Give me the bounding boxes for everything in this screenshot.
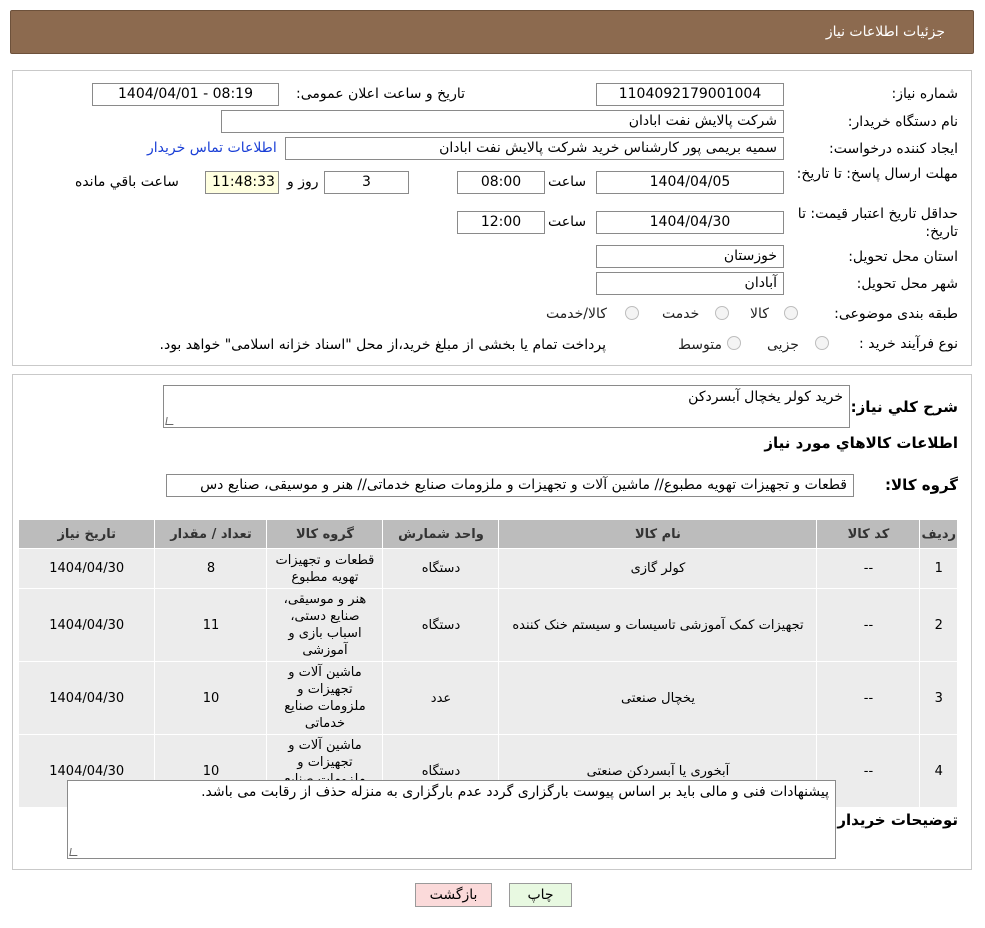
buyer-field: شرکت پالایش نفت ابادان [221, 110, 784, 133]
buyer-notes-label: توضیحات خریدار: [831, 811, 958, 829]
category-label: طبقه بندی موضوعی: [834, 306, 958, 322]
process-option-medium: متوسط [678, 337, 722, 353]
category-option-goods: کالا [750, 306, 769, 322]
cell-date: 1404/04/30 [17, 661, 156, 735]
process-radio-minor[interactable] [815, 336, 829, 350]
days-label: روز و [287, 174, 319, 190]
process-option-minor: جزیی [767, 337, 799, 353]
announce-field: 1404/04/01 - 08:19 [92, 83, 279, 106]
cell-qty: 11 [154, 588, 268, 662]
cell-name: یخچال صنعتی [498, 661, 818, 735]
deadline-time-label: ساعت [548, 174, 587, 190]
days-remaining-field: 3 [324, 171, 409, 194]
col-header-name: نام کالا [498, 519, 818, 549]
category-radio-goods[interactable] [784, 306, 798, 320]
deadline-date-field: 1404/04/05 [596, 171, 784, 194]
col-header-qty: تعداد / مقدار [154, 519, 268, 549]
cell-group: قطعات و تجهیزات تهویه مطبوع [266, 548, 384, 589]
page-header: جزئیات اطلاعات نیاز [10, 10, 974, 54]
summary-text: خرید کولر یخچال آبسردکن [688, 389, 843, 405]
buyer-contact-link[interactable]: اطلاعات تماس خریدار [147, 140, 277, 156]
announce-label: تاریخ و ساعت اعلان عمومی: [296, 86, 465, 102]
validity-date-field: 1404/04/30 [596, 211, 784, 234]
cell-group: ماشین آلات و تجهیزات و ملزومات صنایع خدم… [266, 661, 384, 735]
table-header-row: ردیف کد کالا نام کالا واحد شمارش گروه کا… [17, 519, 958, 549]
creator-label: ایجاد کننده درخواست: [829, 141, 958, 157]
table-row: 3 -- یخچال صنعتی عدد ماشین آلات و تجهیزا… [17, 661, 958, 735]
col-header-unit: واحد شمارش [382, 519, 500, 549]
goods-group-label: گروه کالا: [885, 476, 958, 494]
deadline-time-field: 08:00 [457, 171, 545, 194]
validity-label: حداقل تاریخ اعتبار قیمت: تا تاریخ: [797, 206, 958, 240]
cell-unit: دستگاه [382, 588, 500, 662]
deadline-label: مهلت ارسال پاسخ: تا تاریخ: [796, 166, 958, 182]
cell-group: هنر و موسیقی، صنایع دستی، اسباب بازی و آ… [266, 588, 384, 662]
print-button[interactable]: چاپ [509, 883, 572, 907]
cell-qty: 8 [154, 548, 268, 589]
validity-time-label: ساعت [548, 214, 587, 230]
validity-time-field: 12:00 [457, 211, 545, 234]
table-row: 1 -- کولر گازی دستگاه قطعات و تجهیزات ته… [17, 548, 958, 589]
col-header-date: تاریخ نیاز [17, 519, 156, 549]
buyer-label: نام دستگاه خریدار: [847, 114, 958, 130]
cell-date: 1404/04/30 [17, 548, 156, 589]
resize-grip-icon [165, 417, 175, 425]
process-note: پرداخت تمام یا بخشی از مبلغ خرید،از محل … [159, 337, 606, 353]
buyer-notes-textarea: پیشنهادات فنی و مالی باید بر اساس پیوست … [67, 780, 836, 859]
table-row: 2 -- تجهیزات کمک آموزشی تاسیسات و سیستم … [17, 588, 958, 662]
city-field: آبادان [596, 272, 784, 295]
buyer-notes-text: پیشنهادات فنی و مالی باید بر اساس پیوست … [201, 784, 829, 800]
col-header-group: گروه کالا [266, 519, 384, 549]
need-number-field: 1104092179001004 [596, 83, 784, 106]
cell-row: 1 [919, 548, 958, 589]
resize-grip-icon [69, 848, 79, 856]
col-header-code: کد کالا [816, 519, 921, 549]
back-button[interactable]: بازگشت [415, 883, 492, 907]
cell-row: 3 [919, 661, 958, 735]
need-number-label: شماره نیاز: [891, 86, 959, 102]
goods-table: ردیف کد کالا نام کالا واحد شمارش گروه کا… [17, 519, 958, 808]
category-radio-goods-service[interactable] [625, 306, 639, 320]
category-option-goods-service: کالا/خدمت [546, 306, 607, 322]
cell-row: 4 [919, 734, 958, 808]
cell-qty: 10 [154, 661, 268, 735]
cell-name: کولر گازی [498, 548, 818, 589]
cell-row: 2 [919, 588, 958, 662]
col-header-row: ردیف [919, 519, 958, 549]
goods-info-title: اطلاعات کالاهاي مورد نياز [764, 434, 958, 452]
goods-group-field: قطعات و تجهیزات تهویه مطبوع// ماشین آلات… [166, 474, 854, 497]
province-field: خوزستان [596, 245, 784, 268]
cell-name: تجهیزات کمک آموزشی تاسیسات و سیستم خنک ک… [498, 588, 818, 662]
process-label: نوع فرآیند خرید : [859, 336, 958, 352]
city-label: شهر محل تحویل: [856, 276, 958, 292]
remaining-time-field: 11:48:33 [205, 171, 279, 194]
category-radio-service[interactable] [715, 306, 729, 320]
page-title: جزئیات اطلاعات نیاز [825, 24, 945, 40]
cell-date: 1404/04/30 [17, 588, 156, 662]
cell-code: -- [816, 548, 921, 589]
cell-code: -- [816, 661, 921, 735]
creator-field: سمیه بریمی پور کارشناس خرید شرکت پالایش … [285, 137, 784, 160]
category-option-service: خدمت [662, 306, 700, 322]
summary-label: شرح كلي نياز: [850, 398, 958, 416]
process-radio-medium[interactable] [727, 336, 741, 350]
cell-code: -- [816, 588, 921, 662]
province-label: استان محل تحویل: [848, 249, 958, 265]
summary-textarea: خرید کولر یخچال آبسردکن [163, 385, 850, 428]
cell-unit: دستگاه [382, 548, 500, 589]
cell-unit: عدد [382, 661, 500, 735]
remaining-time-label: ساعت باقي مانده [75, 174, 179, 190]
